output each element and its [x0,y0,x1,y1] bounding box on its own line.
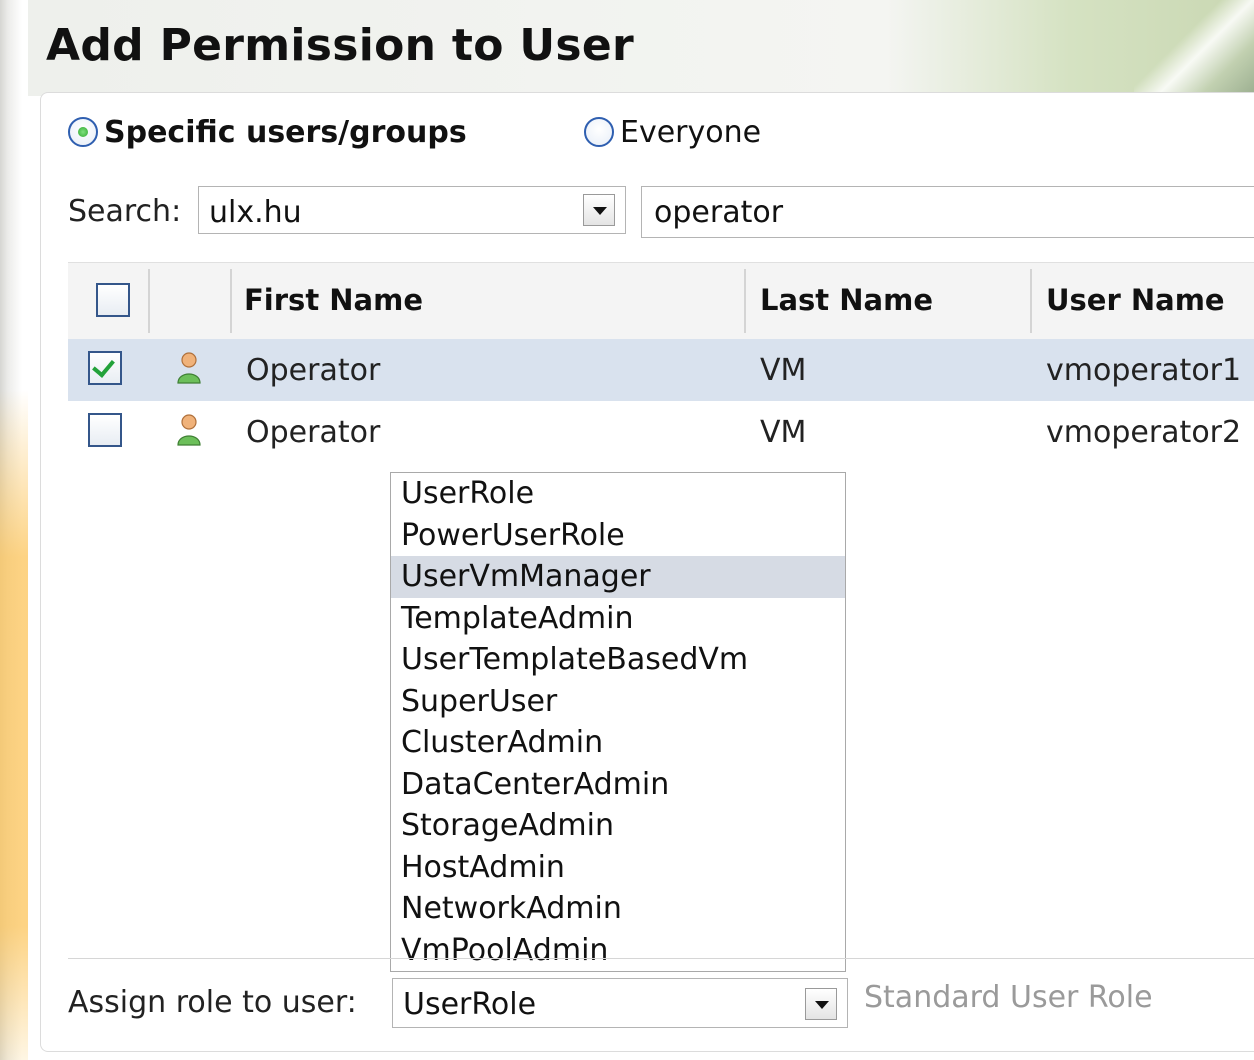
role-option[interactable]: TemplateAdmin [391,598,845,640]
role-option[interactable]: SuperUser [391,681,845,723]
dialog-title: Add Permission to User [46,20,635,71]
role-option[interactable]: HostAdmin [391,847,845,889]
cell-last-name: VM [760,353,807,388]
table-row[interactable]: Operator VM vmoperator2 [68,401,1254,463]
table-header: First Name Last Name User Name [68,262,1254,340]
column-separator [744,269,746,333]
table-row[interactable]: Operator VM vmoperator1 [68,339,1254,401]
role-option-highlighted[interactable]: UserVmManager [391,556,845,598]
radio-button-checked-icon[interactable] [68,117,98,147]
role-option[interactable]: UserRole [391,473,845,515]
role-description: Standard User Role [864,980,1153,1015]
assign-role-label: Assign role to user: [68,985,357,1020]
role-option[interactable]: UserTemplateBasedVm [391,639,845,681]
radio-everyone-label: Everyone [620,114,762,150]
role-dropdown-list[interactable]: UserRole PowerUserRole UserVmManager Tem… [390,472,846,972]
select-all-checkbox[interactable] [96,283,130,317]
role-option[interactable]: NetworkAdmin [391,888,845,930]
row-checkbox[interactable] [88,413,122,447]
bottom-divider [68,958,1254,959]
cell-first-name: Operator [246,353,381,388]
assign-role-value: UserRole [403,987,537,1022]
chevron-down-icon[interactable] [583,194,615,226]
title-decoration [1134,0,1254,96]
radio-everyone[interactable]: Everyone [584,112,761,152]
cell-last-name: VM [760,415,807,450]
role-option[interactable]: StorageAdmin [391,805,845,847]
column-header-user-name[interactable]: User Name [1046,283,1225,317]
role-option[interactable]: VmPoolAdmin [391,930,845,972]
dialog-title-bar: Add Permission to User [28,0,1254,96]
search-domain-select[interactable]: ulx.hu [198,186,626,234]
radio-button-unchecked-icon[interactable] [584,117,614,147]
column-header-first-name[interactable]: First Name [244,283,423,317]
column-separator [148,269,150,333]
user-icon [177,352,201,384]
radio-specific-users[interactable]: Specific users/groups [68,112,467,152]
role-option[interactable]: ClusterAdmin [391,722,845,764]
row-checkbox[interactable] [88,351,122,385]
role-option[interactable]: PowerUserRole [391,515,845,557]
search-domain-value: ulx.hu [209,195,302,230]
chevron-down-icon[interactable] [805,988,837,1020]
cell-user-name: vmoperator1 [1046,353,1242,388]
user-icon [177,414,201,446]
column-separator [1030,269,1032,333]
cell-user-name: vmoperator2 [1046,415,1242,450]
radio-specific-users-label: Specific users/groups [104,114,467,150]
search-label: Search: [68,194,182,229]
cell-first-name: Operator [246,415,381,450]
column-separator [230,269,232,333]
search-input[interactable] [641,186,1254,238]
column-header-last-name[interactable]: Last Name [760,283,933,317]
assign-role-select[interactable]: UserRole [392,978,848,1028]
role-option[interactable]: DataCenterAdmin [391,764,845,806]
